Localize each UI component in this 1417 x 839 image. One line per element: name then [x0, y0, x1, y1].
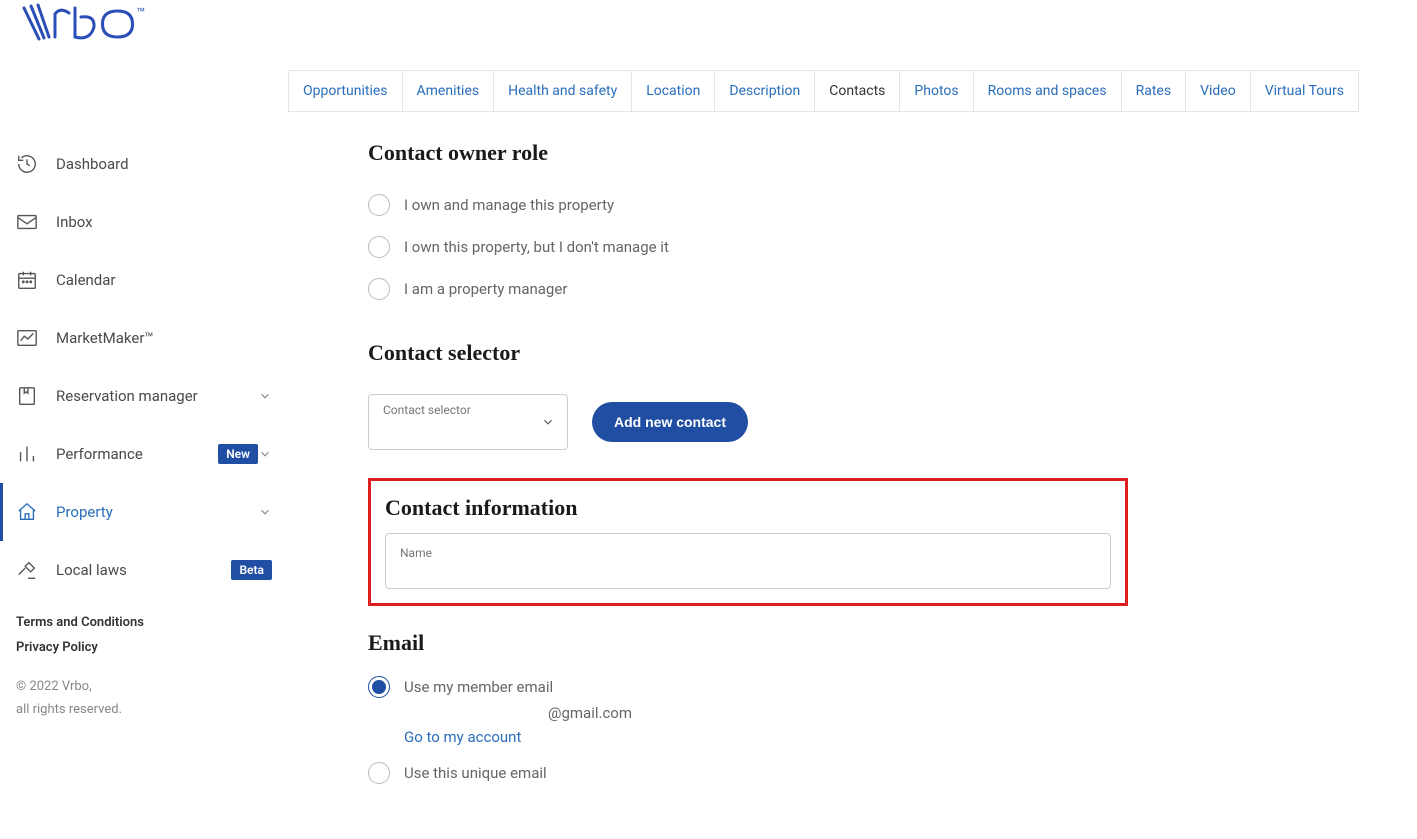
chevron-down-icon — [258, 447, 272, 461]
radio-label: I am a property manager — [404, 280, 567, 298]
new-badge: New — [218, 444, 258, 464]
sidebar-item-label: Dashboard — [56, 155, 272, 173]
contact-selector-dropdown[interactable]: Contact selector — [368, 394, 568, 450]
sidebar-item-label: Local laws — [56, 561, 223, 579]
radio-row-unique-email[interactable]: Use this unique email — [368, 762, 1128, 784]
terms-link[interactable]: Terms and Conditions — [16, 615, 144, 630]
tab-virtual-tours[interactable]: Virtual Tours — [1251, 70, 1359, 112]
sidebar: Dashboard Inbox Calendar MarketMaker™ Re… — [0, 135, 288, 599]
tab-description[interactable]: Description — [715, 70, 815, 112]
bar-chart-icon — [16, 443, 38, 465]
add-new-contact-button[interactable]: Add new contact — [592, 402, 748, 442]
sidebar-item-label: MarketMaker™ — [56, 329, 272, 347]
sidebar-item-calendar[interactable]: Calendar — [0, 251, 288, 309]
radio-input[interactable] — [368, 762, 390, 784]
selector-row: Contact selector Add new contact — [368, 394, 1128, 450]
radio-label: Use this unique email — [404, 764, 547, 782]
sidebar-item-marketmaker[interactable]: MarketMaker™ — [0, 309, 288, 367]
logo[interactable]: ™ — [20, 3, 150, 45]
chevron-down-icon — [541, 415, 555, 429]
house-icon — [16, 501, 38, 523]
sidebar-item-performance[interactable]: Performance New — [0, 425, 288, 483]
radio-row-own-manage[interactable]: I own and manage this property — [368, 194, 1128, 216]
member-email-value: @gmail.com — [548, 704, 1128, 722]
tab-video[interactable]: Video — [1186, 70, 1251, 112]
sidebar-item-local-laws[interactable]: Local laws Beta — [0, 541, 288, 599]
section-title-contact-info: Contact information — [385, 495, 1111, 521]
radio-row-own-not-manage[interactable]: I own this property, but I don't manage … — [368, 236, 1128, 258]
radio-input[interactable] — [368, 676, 390, 698]
section-title-email: Email — [368, 630, 1128, 656]
clock-history-icon — [16, 153, 38, 175]
radio-label: I own and manage this property — [404, 196, 614, 214]
tab-health-safety[interactable]: Health and safety — [494, 70, 632, 112]
sidebar-item-inbox[interactable]: Inbox — [0, 193, 288, 251]
radio-label: Use my member email — [404, 678, 553, 696]
sidebar-item-property[interactable]: Property — [0, 483, 288, 541]
beta-badge: Beta — [231, 560, 272, 580]
tab-location[interactable]: Location — [632, 70, 715, 112]
sidebar-item-dashboard[interactable]: Dashboard — [0, 135, 288, 193]
section-title-selector: Contact selector — [368, 340, 1128, 366]
tab-photos[interactable]: Photos — [900, 70, 973, 112]
radio-row-member-email[interactable]: Use my member email — [368, 676, 1128, 698]
radio-row-property-manager[interactable]: I am a property manager — [368, 278, 1128, 300]
copyright: © 2022 Vrbo, all rights reserved. — [16, 675, 144, 722]
bookmark-doc-icon — [16, 385, 38, 407]
radio-input[interactable] — [368, 236, 390, 258]
contact-info-highlight: Contact information Name — [368, 478, 1128, 606]
chevron-down-icon — [258, 389, 272, 403]
sidebar-item-label: Performance — [56, 445, 210, 463]
svg-text:™: ™ — [136, 6, 145, 16]
tab-rooms-spaces[interactable]: Rooms and spaces — [974, 70, 1122, 112]
calendar-icon — [16, 269, 38, 291]
main-content: Contact owner role I own and manage this… — [368, 140, 1128, 804]
radio-label: I own this property, but I don't manage … — [404, 238, 669, 256]
radio-input[interactable] — [368, 194, 390, 216]
section-title-owner-role: Contact owner role — [368, 140, 1128, 166]
sidebar-item-reservation-manager[interactable]: Reservation manager — [0, 367, 288, 425]
tab-rates[interactable]: Rates — [1122, 70, 1186, 112]
sidebar-item-label: Inbox — [56, 213, 272, 231]
name-field[interactable]: Name — [385, 533, 1111, 589]
gavel-icon — [16, 559, 38, 581]
tab-opportunities[interactable]: Opportunities — [288, 70, 403, 112]
chevron-down-icon — [258, 505, 272, 519]
sidebar-footer: Terms and Conditions Privacy Policy © 20… — [16, 615, 144, 722]
envelope-icon — [16, 211, 38, 233]
sidebar-item-label: Property — [56, 503, 258, 521]
privacy-link[interactable]: Privacy Policy — [16, 640, 144, 655]
sidebar-item-label: Reservation manager — [56, 387, 258, 405]
radio-input[interactable] — [368, 278, 390, 300]
chart-line-icon — [16, 327, 38, 349]
tab-contacts[interactable]: Contacts — [815, 70, 900, 112]
tab-amenities[interactable]: Amenities — [403, 70, 495, 112]
go-to-account-link[interactable]: Go to my account — [404, 728, 1128, 746]
tabs: Opportunities Amenities Health and safet… — [288, 70, 1359, 112]
select-float-label: Contact selector — [383, 403, 471, 417]
input-float-label: Name — [400, 546, 432, 560]
sidebar-item-label: Calendar — [56, 271, 272, 289]
